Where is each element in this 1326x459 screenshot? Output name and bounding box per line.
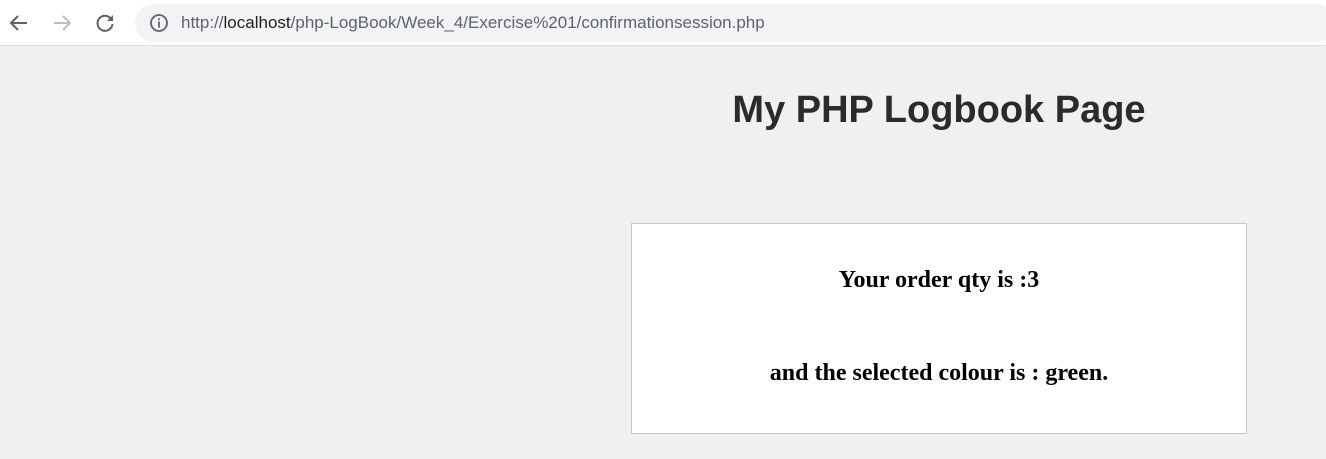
- confirmation-panel: Your order qty is :3 and the selected co…: [631, 223, 1247, 434]
- page-title: My PHP Logbook Page: [732, 89, 1146, 131]
- info-icon[interactable]: [149, 13, 169, 33]
- page-content: My PHP Logbook Page Your order qty is :3…: [0, 47, 1326, 459]
- forward-button[interactable]: [48, 9, 76, 37]
- arrow-right-icon: [54, 15, 72, 31]
- address-bar[interactable]: http://localhost/php-LogBook/Week_4/Exer…: [135, 4, 1326, 42]
- arrow-left-icon: [9, 15, 27, 31]
- reload-button[interactable]: [91, 9, 119, 37]
- url-text[interactable]: http://localhost/php-LogBook/Week_4/Exer…: [181, 4, 765, 42]
- browser-toolbar: http://localhost/php-LogBook/Week_4/Exer…: [0, 0, 1326, 46]
- url-scheme: http://: [181, 13, 224, 32]
- order-qty-message: Your order qty is :3: [838, 267, 1040, 293]
- selected-colour-message: and the selected colour is : green.: [769, 360, 1109, 386]
- back-button[interactable]: [5, 9, 33, 37]
- url-host: localhost: [223, 13, 291, 32]
- reload-icon: [96, 14, 114, 32]
- url-path: /php-LogBook/Week_4/Exercise%201/confirm…: [290, 13, 765, 32]
